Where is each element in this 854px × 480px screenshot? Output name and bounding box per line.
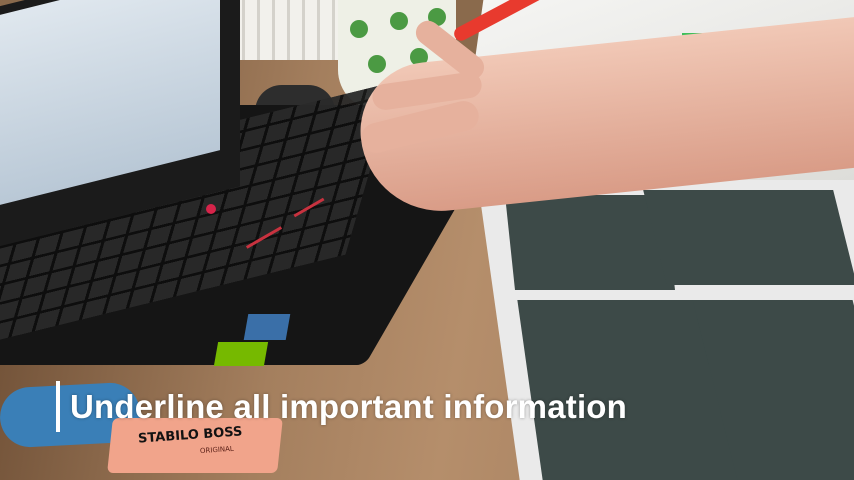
cup-dot bbox=[350, 20, 368, 38]
trackpoint bbox=[206, 204, 216, 214]
caption: Underline all important information bbox=[56, 381, 627, 432]
handout-panel bbox=[643, 190, 854, 285]
caption-text: Underline all important information bbox=[70, 387, 628, 425]
nvidia-sticker bbox=[213, 342, 269, 366]
cup-dot bbox=[390, 12, 408, 30]
caption-bar bbox=[56, 381, 60, 432]
intel-sticker bbox=[243, 314, 291, 340]
cup-dot bbox=[368, 55, 386, 73]
